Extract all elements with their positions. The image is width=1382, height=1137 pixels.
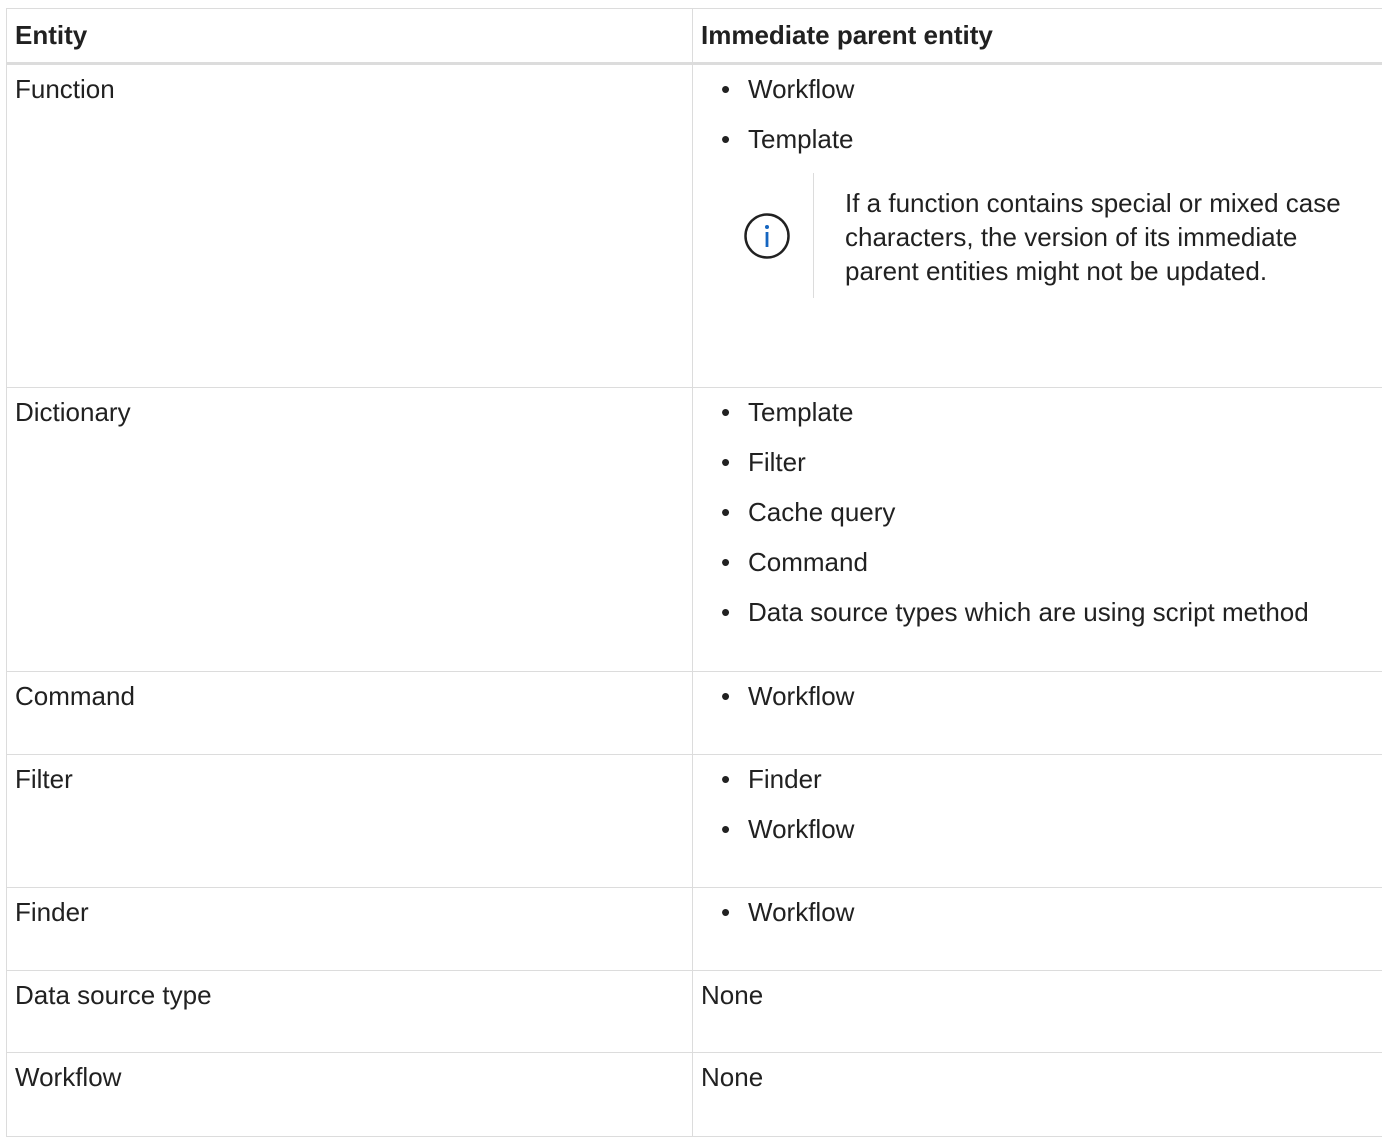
list-item: • Filter xyxy=(721,446,1376,478)
parents-cell: None xyxy=(693,1053,1382,1137)
bullet: • xyxy=(721,546,730,578)
entity-cell: Function xyxy=(7,64,693,388)
parent-label: Workflow xyxy=(748,74,854,104)
parent-label: Workflow xyxy=(748,897,854,927)
list-item: • Data source types which are using scrip… xyxy=(721,596,1376,628)
parent-list: •Template •Filter •Cache query •Command … xyxy=(701,396,1376,628)
bullet: • xyxy=(721,123,730,155)
parents-cell: • Workflow xyxy=(693,672,1382,755)
parents-cell: None xyxy=(693,971,1382,1053)
parent-entity-table-wrapper: Entity Immediate parent entity Function … xyxy=(6,8,1382,1137)
list-item: • Workflow xyxy=(721,73,1376,105)
table-row: Dictionary • Template • Filter • Cache quer… xyxy=(7,388,1382,672)
parent-label: Template xyxy=(748,397,854,427)
parent-entity-table: Entity Immediate parent entity Function … xyxy=(6,8,1382,1137)
note-text: If a function contains special or mixed … xyxy=(845,173,1345,298)
bullet: • xyxy=(721,763,730,795)
header-entity: Entity xyxy=(7,9,693,64)
list-item: • Workflow xyxy=(721,813,1376,845)
parent-label: Workflow xyxy=(748,814,854,844)
bullet: • xyxy=(721,73,730,105)
list-item: • Finder xyxy=(721,763,1376,795)
bullet: • xyxy=(721,680,730,712)
parent-label: Data source types which are using script… xyxy=(748,597,1309,627)
entity-cell: Filter xyxy=(7,755,693,888)
table-row: Data source type None xyxy=(7,971,1382,1053)
list-item: • Workflow xyxy=(721,680,1376,712)
entity-cell: Finder xyxy=(7,888,693,971)
parents-cell: •Template •Filter •Cache query •Command … xyxy=(693,388,1382,672)
table-row: Function • Workflow • Template xyxy=(7,64,1382,388)
list-item: • Workflow xyxy=(721,896,1376,928)
bullet: • xyxy=(721,896,730,928)
parents-cell: • Workflow xyxy=(693,888,1382,971)
entity-cell: Workflow xyxy=(7,1053,693,1137)
entity-cell: Dictionary xyxy=(7,388,693,672)
table-row: Finder • Workflow xyxy=(7,888,1382,971)
parent-list: • Workflow xyxy=(701,680,1376,712)
entity-cell: Command xyxy=(7,672,693,755)
bullet: • xyxy=(721,446,730,478)
parents-cell: •Workflow •Template If a function xyxy=(693,64,1382,388)
list-item: • Cache query xyxy=(721,496,1376,528)
list-item: • Command xyxy=(721,546,1376,578)
bullet: • xyxy=(721,596,730,628)
parent-label: Finder xyxy=(748,764,822,794)
parent-label: Template xyxy=(748,124,854,154)
table-row: Workflow None xyxy=(7,1053,1382,1137)
header-immediate-parent-entity: Immediate parent entity xyxy=(693,9,1382,64)
parents-cell: • Finder • Workflow xyxy=(693,755,1382,888)
table-row: Command • Workflow xyxy=(7,672,1382,755)
list-item: • Template xyxy=(721,396,1376,428)
table-header-row: Entity Immediate parent entity xyxy=(7,9,1382,64)
bullet: • xyxy=(721,396,730,428)
parent-label: Workflow xyxy=(748,681,854,711)
table-row: Filter • Finder • Workflow xyxy=(7,755,1382,888)
note-icon-column xyxy=(701,173,813,298)
parent-label: Cache query xyxy=(748,497,895,527)
info-circle-icon xyxy=(743,212,791,260)
parent-list: • Workflow xyxy=(701,896,1376,928)
bullet: • xyxy=(721,496,730,528)
parent-label: Filter xyxy=(748,447,806,477)
parent-list: • Workflow • Template xyxy=(701,73,1376,155)
bullet: • xyxy=(721,813,730,845)
list-item: • Template xyxy=(721,123,1376,155)
parent-list: • Finder • Workflow xyxy=(701,763,1376,845)
parent-label: Command xyxy=(748,547,868,577)
note-divider xyxy=(813,173,814,298)
entity-cell: Data source type xyxy=(7,971,693,1053)
note-admonition: If a function contains special or mixed … xyxy=(701,173,1376,298)
